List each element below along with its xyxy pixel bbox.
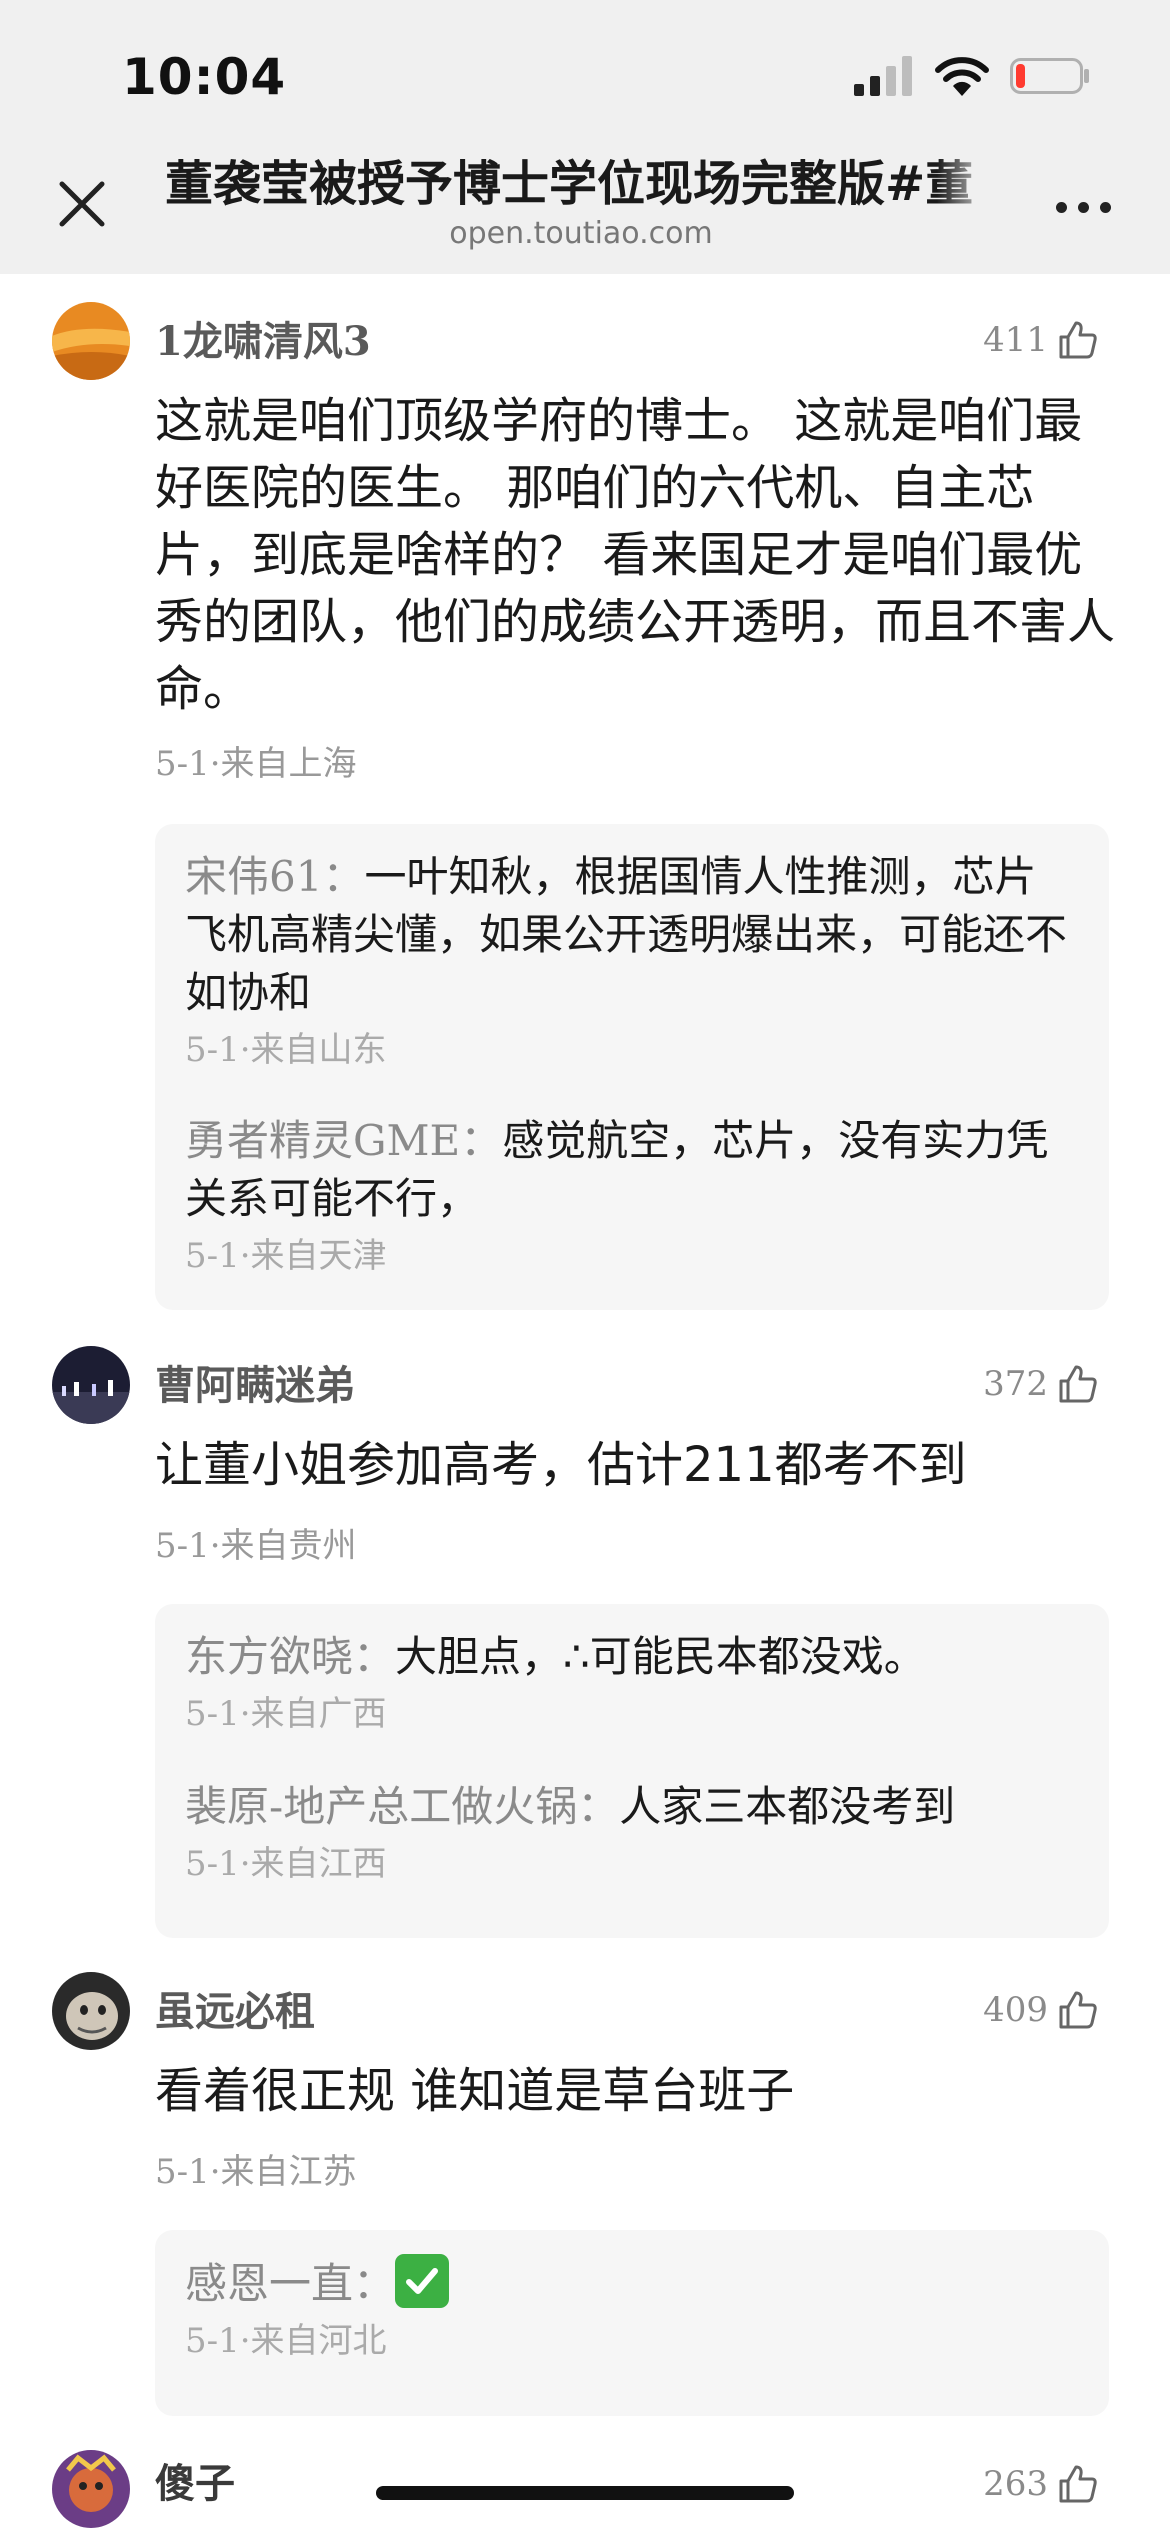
comment-meta: 5-1·来自贵州	[155, 1526, 357, 1566]
comment-meta: 5-1·来自上海	[155, 744, 357, 784]
reply-username[interactable]: 勇者精灵GME：	[185, 1116, 502, 1165]
cellular-signal-icon	[854, 56, 912, 96]
comment-content: 看着很正规 谁知道是草台班子	[155, 2063, 795, 2119]
thumbs-up-icon	[1059, 321, 1097, 359]
reply-meta: 5-1·来自天津	[185, 1236, 387, 1276]
more-button[interactable]	[1052, 186, 1116, 226]
like-count: 263	[983, 2464, 1048, 2504]
page-title-block: 董袭莹被授予博士学位现场完整版#董 open.toutiao.com	[165, 152, 997, 252]
avatar-image	[52, 1972, 130, 2050]
reply-content: 大胆点，∴可能民本都没戏。	[395, 1632, 926, 1681]
avatar[interactable]	[52, 1346, 130, 1424]
reply-box[interactable]: 宋伟61：一叶知秋，根据国情人性推测，芯片 飞机高精尖懂，如果公开透明爆出来，可…	[155, 824, 1109, 1310]
like-button[interactable]: 411	[983, 318, 1100, 362]
comment-username[interactable]: 虽远必租	[155, 1986, 315, 2038]
top-header: 10:04 董袭莹被授予博士学位现场完整版#董 open.toutiao.com	[0, 0, 1170, 274]
thumbs-up-icon	[1059, 1365, 1097, 1403]
reply-item: 东方欲晓：大胆点，∴可能民本都没戏。 5-1·来自广西	[185, 1628, 1085, 1736]
reply-username[interactable]: 东方欲晓：	[185, 1632, 395, 1681]
reply-item: 感恩一直： 5-1·来自河北	[185, 2254, 1085, 2363]
avatar-image	[52, 2450, 130, 2528]
reply-username[interactable]: 裴原-地产总工做火锅：	[185, 1782, 619, 1831]
reply-item: 勇者精灵GME：感觉航空，芯片，没有实力凭关系可能不行， 5-1·来自天津	[185, 1112, 1085, 1278]
more-dots-icon	[1056, 202, 1067, 213]
status-icons	[852, 54, 1092, 98]
like-count: 372	[983, 1364, 1048, 1404]
reply-content: 人家三本都没考到	[619, 1782, 956, 1831]
close-button[interactable]	[50, 172, 114, 236]
reply-meta: 5-1·来自山东	[185, 1030, 387, 1070]
reply-box[interactable]: 东方欲晓：大胆点，∴可能民本都没戏。 5-1·来自广西 裴原-地产总工做火锅：人…	[155, 1604, 1109, 1938]
comment-username[interactable]: 曹阿瞒迷弟	[155, 1360, 355, 1412]
reply-meta: 5-1·来自河北	[185, 2321, 387, 2361]
more-dots-icon	[1078, 202, 1089, 213]
home-indicator[interactable]	[376, 2486, 794, 2500]
title-fade	[937, 152, 997, 216]
like-button[interactable]: 263	[983, 2462, 1100, 2506]
check-mark-button-emoji	[395, 2254, 450, 2308]
thumbs-up-icon	[1059, 2465, 1097, 2503]
avatar[interactable]	[52, 1972, 130, 2050]
like-button[interactable]: 409	[983, 1988, 1100, 2032]
reply-username[interactable]: 宋伟61：	[185, 852, 364, 901]
like-button[interactable]: 372	[983, 1362, 1100, 1406]
thumbs-up-icon	[1059, 1991, 1097, 2029]
comment-content: 这就是咱们顶级学府的博士。 这就是咱们最好医院的医生。 那咱们的六代机、自主芯片…	[155, 393, 1116, 717]
comment-content: 让董小姐参加高考，估计211都考不到	[155, 1437, 967, 1493]
reply-username[interactable]: 感恩一直：	[185, 2259, 395, 2308]
comment-username[interactable]: 傻子	[155, 2458, 235, 2510]
reply-meta: 5-1·来自广西	[185, 1694, 387, 1734]
avatar-image	[52, 302, 130, 380]
page-domain: open.toutiao.com	[449, 216, 713, 251]
reply-item: 裴原-地产总工做火锅：人家三本都没考到 5-1·来自江西	[185, 1778, 1085, 1886]
reply-meta: 5-1·来自江西	[185, 1844, 387, 1884]
like-count: 409	[983, 1990, 1048, 2030]
avatar-image	[52, 1346, 130, 1424]
like-count: 411	[983, 320, 1048, 360]
comment-username[interactable]: 1龙啸清风3	[155, 316, 371, 368]
reply-item: 宋伟61：一叶知秋，根据国情人性推测，芯片 飞机高精尖懂，如果公开透明爆出来，可…	[185, 848, 1085, 1072]
status-time: 10:04	[122, 48, 287, 106]
more-dots-icon	[1100, 202, 1111, 213]
comment-meta: 5-1·来自江苏	[155, 2152, 357, 2192]
close-icon	[59, 181, 105, 227]
battery-icon	[1010, 58, 1089, 94]
avatar[interactable]	[52, 2450, 130, 2528]
reply-box[interactable]: 感恩一直： 5-1·来自河北	[155, 2230, 1109, 2416]
wifi-icon	[935, 57, 989, 96]
avatar[interactable]	[52, 302, 130, 380]
page-title: 董袭莹被授予博士学位现场完整版#董	[165, 156, 974, 212]
